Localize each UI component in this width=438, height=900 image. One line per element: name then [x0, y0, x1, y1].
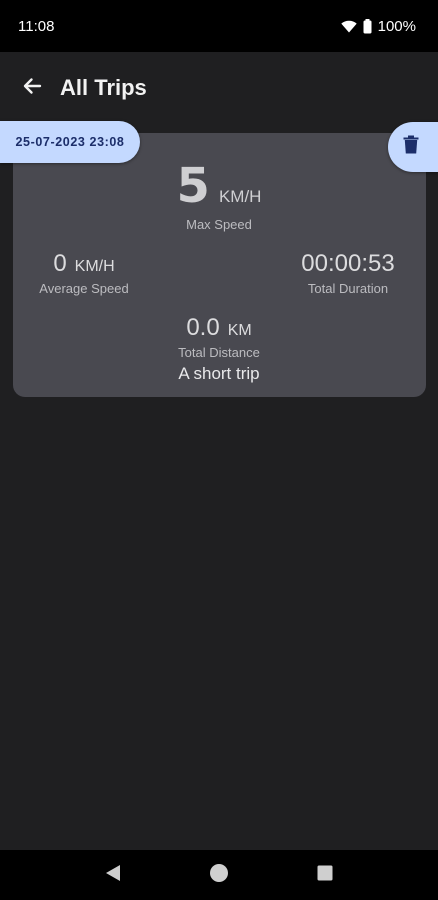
back-triangle-icon [105, 864, 121, 887]
trash-icon [403, 135, 419, 159]
nav-home-button[interactable] [199, 855, 239, 895]
nav-back-button[interactable] [93, 855, 133, 895]
average-speed-unit: KM/H [74, 258, 115, 275]
status-bar: 11:08 100% [0, 0, 438, 52]
home-circle-icon [209, 863, 229, 888]
status-icons: 100% [340, 17, 416, 35]
total-duration-label: Total Duration [307, 281, 389, 296]
total-distance-label: Total Distance [178, 345, 260, 360]
total-duration-stat: 00:00:53 Total Duration [288, 250, 408, 296]
nav-recents-button[interactable] [305, 855, 345, 895]
recents-square-icon [317, 865, 333, 886]
max-speed-unit: KM/H [218, 187, 262, 206]
app-bar: All Trips [0, 52, 438, 124]
total-distance-unit: KM [227, 322, 252, 339]
page-title: All Trips [60, 75, 147, 100]
max-speed-display: 5 KM/H [0, 160, 438, 212]
battery-percent: 100% [377, 17, 416, 35]
average-speed-stat: 0 KM/H Average Speed [30, 250, 138, 296]
average-speed-label: Average Speed [39, 281, 129, 296]
max-speed-label: Max Speed [186, 217, 252, 232]
wifi-icon [340, 20, 357, 33]
arrow-back-icon [22, 76, 42, 101]
max-speed-value: 5 [176, 158, 211, 214]
status-time: 11:08 [18, 17, 55, 35]
trip-name: A short trip [178, 364, 260, 383]
total-duration-value: 00:00:53 [301, 250, 395, 277]
back-button[interactable] [12, 68, 52, 108]
system-nav-bar [0, 850, 438, 900]
total-distance-stat: 0.0 KM Total Distance [159, 314, 279, 360]
total-distance-value: 0.0 [186, 314, 220, 341]
average-speed-value: 0 [53, 250, 67, 277]
trip-date-chip: 25-07-2023 23:08 [0, 121, 140, 163]
battery-icon [363, 18, 372, 34]
